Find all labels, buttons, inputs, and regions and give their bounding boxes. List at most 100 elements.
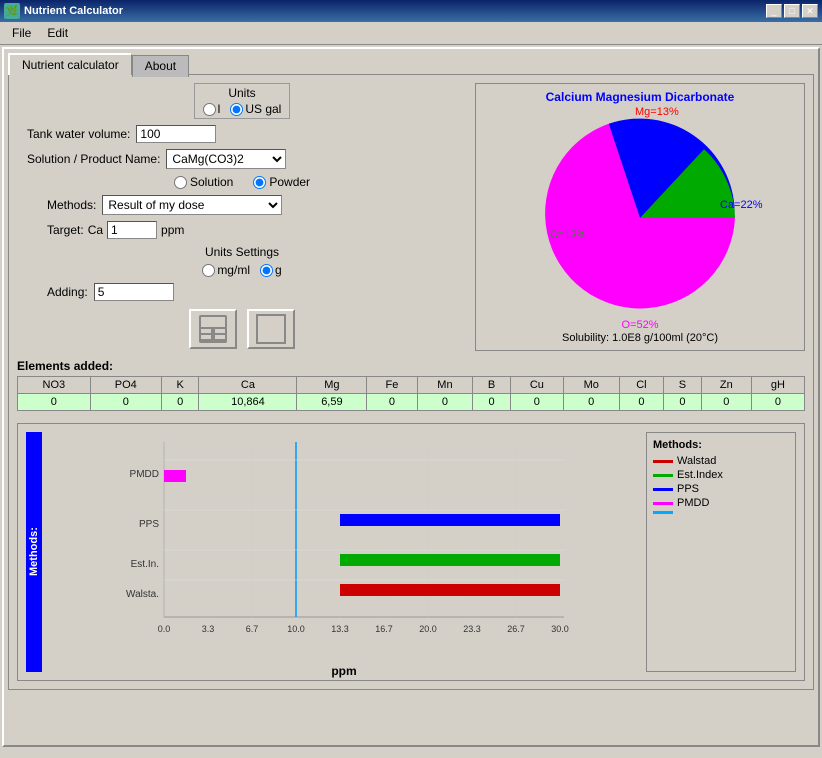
buttons-row: [17, 309, 467, 349]
cell-mg: 6,59: [297, 394, 367, 411]
target-unit: ppm: [161, 223, 184, 237]
powder-radio[interactable]: [253, 176, 266, 189]
svg-text:PMDD: PMDD: [130, 469, 159, 480]
edit-menu[interactable]: Edit: [39, 24, 76, 42]
svg-text:23.3: 23.3: [463, 624, 481, 634]
cell-cu: 0: [510, 394, 563, 411]
tab-bar: Nutrient calculator About: [8, 53, 814, 75]
legend-pmdd: PMDD: [653, 497, 789, 509]
header-b: B: [473, 377, 511, 394]
target-element: Ca: [88, 223, 103, 237]
units-g-label[interactable]: g: [260, 263, 282, 277]
svg-text:PPS: PPS: [139, 519, 159, 530]
solution-radio[interactable]: [174, 176, 187, 189]
calculate-button[interactable]: [189, 309, 237, 349]
units-gal-label[interactable]: US gal: [230, 102, 281, 116]
tank-row: Tank water volume:: [27, 125, 467, 143]
cell-s: 0: [664, 394, 702, 411]
methods-select[interactable]: Result of my dose Walstad PPS Est.Index …: [102, 195, 282, 215]
svg-text:Ca=22%: Ca=22%: [720, 199, 763, 211]
legend-pmdd-label: PMDD: [677, 497, 709, 509]
target-input[interactable]: [107, 221, 157, 239]
svg-text:16.7: 16.7: [375, 624, 393, 634]
estindex-color: [653, 474, 673, 477]
units-label: Units: [228, 86, 255, 100]
tank-input[interactable]: [136, 125, 216, 143]
solution-radio-label[interactable]: Solution: [174, 175, 233, 189]
main-window: Nutrient calculator About Units l: [2, 47, 820, 747]
x-axis-label: ppm: [50, 664, 638, 678]
solution-row: Solution / Product Name: CaMg(CO3)2 KNO3…: [27, 149, 467, 169]
solution-label: Solution / Product Name:: [27, 152, 160, 166]
app-icon: 🌿: [4, 3, 20, 19]
units-mgml-radio[interactable]: [202, 264, 215, 277]
header-zn: Zn: [701, 377, 751, 394]
legend-pps-label: PPS: [677, 483, 699, 495]
header-mo: Mo: [563, 377, 619, 394]
tab-nutrient-calculator[interactable]: Nutrient calculator: [8, 53, 132, 75]
units-mgml-label[interactable]: mg/ml: [202, 263, 250, 277]
svg-text:Walsta.: Walsta.: [126, 589, 159, 600]
legend-walstad-label: Walstad: [677, 455, 716, 467]
cell-ca: 10,864: [199, 394, 297, 411]
header-cl: Cl: [619, 377, 664, 394]
adding-input[interactable]: [94, 283, 174, 301]
target-row: Target: Ca ppm: [47, 221, 467, 239]
units-gal-radio[interactable]: [230, 103, 243, 116]
cell-no3: 0: [18, 394, 91, 411]
cell-gh: 0: [751, 394, 804, 411]
methods-label: Methods:: [47, 198, 96, 212]
svg-text:6.7: 6.7: [246, 624, 259, 634]
tank-label: Tank water volume:: [27, 127, 130, 141]
header-mn: Mn: [417, 377, 473, 394]
adding-row: Adding:: [47, 283, 467, 301]
cell-b: 0: [473, 394, 511, 411]
chart-section: Methods:: [17, 423, 805, 681]
tab-content: Units l US gal: [8, 74, 814, 690]
maximize-button[interactable]: □: [784, 4, 800, 18]
menu-bar: File Edit: [0, 22, 822, 45]
clear-button[interactable]: [247, 309, 295, 349]
powder-radio-label[interactable]: Powder: [253, 175, 310, 189]
cell-fe: 0: [367, 394, 417, 411]
legend-extra: [653, 511, 789, 514]
legend-title: Methods:: [653, 439, 789, 451]
methods-vertical-label: Methods:: [26, 432, 42, 672]
header-mg: Mg: [297, 377, 367, 394]
legend-walstad: Walstad: [653, 455, 789, 467]
window-title: Nutrient Calculator: [24, 5, 123, 17]
adding-label: Adding:: [47, 285, 88, 299]
cell-cl: 0: [619, 394, 664, 411]
header-ca: Ca: [199, 377, 297, 394]
elements-table: NO3 PO4 K Ca Mg Fe Mn B Cu Mo Cl S Zn gH: [17, 376, 805, 411]
chart-legend: Methods: Walstad Est.Index PPS: [646, 432, 796, 672]
units-l-label[interactable]: l: [203, 102, 221, 116]
header-cu: Cu: [510, 377, 563, 394]
units-g-radio[interactable]: [260, 264, 273, 277]
chart-plot: PMDD PPS Est.In. Walsta.: [50, 432, 638, 672]
minimize-button[interactable]: _: [766, 4, 782, 18]
svg-text:0.0: 0.0: [158, 624, 171, 634]
tab-about[interactable]: About: [132, 55, 189, 77]
left-panel: Units l US gal: [17, 83, 467, 351]
units-l-radio[interactable]: [203, 103, 216, 116]
close-button[interactable]: ✕: [802, 4, 818, 18]
cell-mo: 0: [563, 394, 619, 411]
solution-select[interactable]: CaMg(CO3)2 KNO3 K2SO4 KH2PO4: [166, 149, 286, 169]
cell-k: 0: [161, 394, 199, 411]
file-menu[interactable]: File: [4, 24, 39, 42]
table-row: 0 0 0 10,864 6,59 0 0 0 0 0 0 0 0 0: [18, 394, 805, 411]
elements-label: Elements added:: [17, 359, 805, 373]
svg-text:3.3: 3.3: [202, 624, 215, 634]
pie-chart-panel: Calcium Magnesium Dicarbonate: [475, 83, 805, 351]
powder-row: Solution Powder: [17, 175, 467, 189]
target-label: Target:: [47, 223, 84, 237]
elements-section: Elements added: NO3 PO4 K Ca Mg Fe Mn B …: [17, 359, 805, 411]
bar-chart-svg: PMDD PPS Est.In. Walsta.: [50, 432, 638, 662]
svg-text:O=52%: O=52%: [622, 319, 659, 331]
table-header-row: NO3 PO4 K Ca Mg Fe Mn B Cu Mo Cl S Zn gH: [18, 377, 805, 394]
svg-text:Est.In.: Est.In.: [131, 559, 159, 570]
legend-estindex-label: Est.Index: [677, 469, 723, 481]
header-s: S: [664, 377, 702, 394]
top-section: Units l US gal: [17, 83, 805, 351]
